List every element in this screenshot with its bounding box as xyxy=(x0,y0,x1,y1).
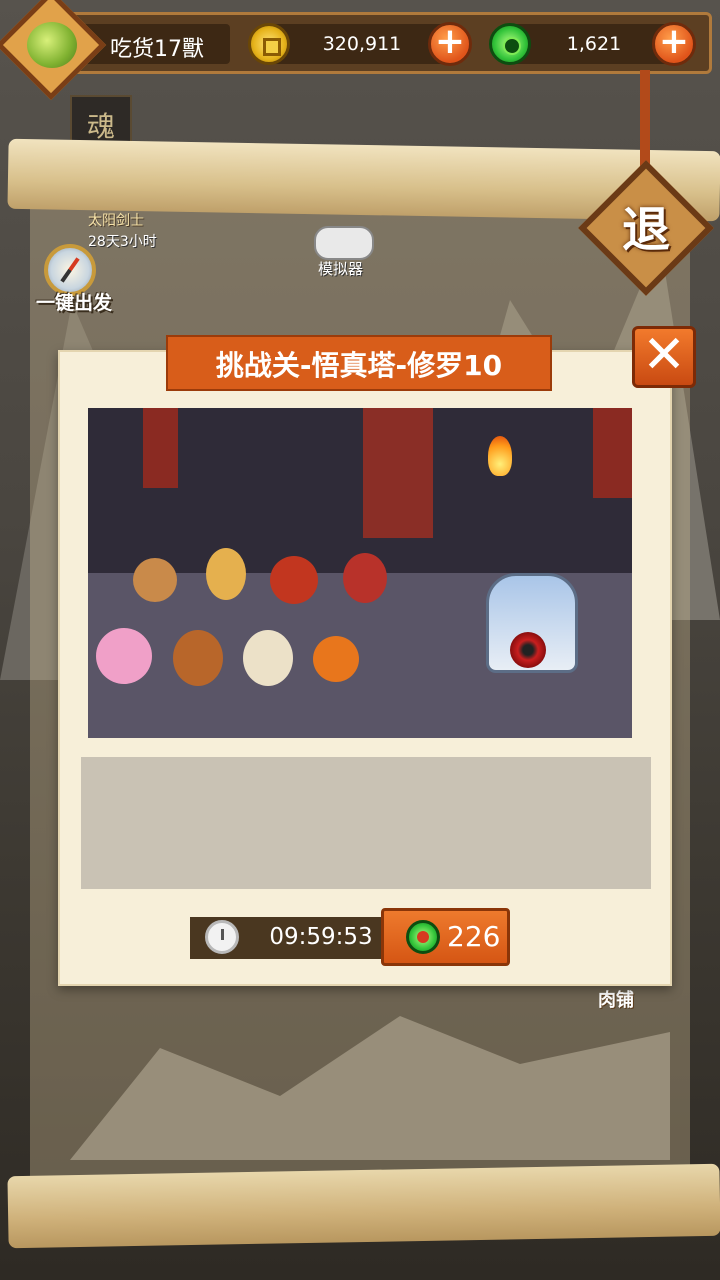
stopwatch-icon xyxy=(205,920,239,954)
close-button[interactable]: ✕ xyxy=(632,326,696,388)
jade-coin-icon xyxy=(489,23,531,65)
hero-character xyxy=(133,558,177,602)
pillar xyxy=(363,408,433,538)
gold-value: 320,911 xyxy=(322,33,402,55)
hero-character xyxy=(96,628,152,684)
banner xyxy=(593,408,632,498)
player-name: 吃货17獸 xyxy=(110,37,204,62)
hero-character xyxy=(313,636,359,682)
add-jade-button[interactable]: + xyxy=(652,22,696,66)
emulator-label[interactable]: 模拟器 xyxy=(318,258,363,279)
depart-label[interactable]: 一键出发 xyxy=(36,288,112,315)
gold-coin-icon xyxy=(248,23,290,65)
hero-character xyxy=(343,553,387,603)
boss-eye xyxy=(510,632,546,668)
hero-character xyxy=(243,630,293,686)
exit-label[interactable]: 退 xyxy=(598,190,694,260)
hero-character xyxy=(270,556,318,604)
avatar[interactable] xyxy=(27,22,77,68)
timer-value: 09:59:53 xyxy=(269,924,373,950)
quest-time: 28天3小时 xyxy=(88,234,157,250)
cost-value[interactable]: 226 xyxy=(447,920,500,953)
jade-coin-icon xyxy=(406,920,440,954)
gamepad-icon[interactable] xyxy=(314,226,374,260)
dialog-title: 挑战关-悟真塔-修罗10 xyxy=(215,349,503,382)
shop-label[interactable]: 肉铺 xyxy=(598,986,634,1012)
quest-label: 太阳剑士 xyxy=(88,213,144,229)
torch-flame-icon xyxy=(488,436,512,476)
add-gold-button[interactable]: + xyxy=(428,22,472,66)
hero-character xyxy=(173,630,223,686)
jade-value: 1,621 xyxy=(566,33,622,55)
hero-character xyxy=(206,548,246,600)
banner xyxy=(143,408,178,488)
scroll-bottom-roll xyxy=(7,1163,720,1249)
battle-preview-image xyxy=(88,408,632,738)
description-box xyxy=(81,757,651,889)
